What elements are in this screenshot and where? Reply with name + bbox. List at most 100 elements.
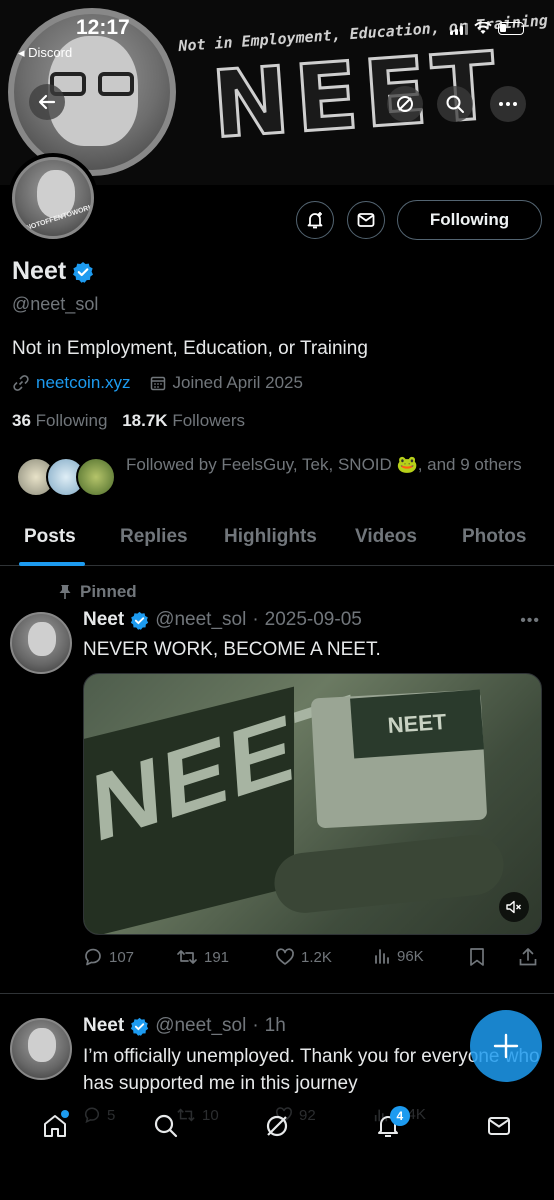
nav-home[interactable]: [35, 1106, 75, 1146]
followed-by-text[interactable]: Followed by FeelsGuy, Tek, SNOID 🐸, and …: [126, 452, 526, 477]
repost-icon: [177, 950, 197, 964]
notifications-badge: 4: [389, 1106, 410, 1126]
speaker-muted-icon: [506, 900, 521, 914]
verified-badge-icon: [131, 1017, 149, 1036]
post-time[interactable]: 1h: [265, 1015, 286, 1037]
post-header: Neet @neet_sol · 1h: [83, 1015, 286, 1037]
back-button[interactable]: [29, 84, 65, 120]
post-video[interactable]: NEET NEET: [83, 673, 542, 935]
post-handle[interactable]: @neet_sol: [155, 609, 246, 631]
signal-icon: [450, 22, 468, 35]
bookmark-button[interactable]: [468, 947, 486, 967]
profile-meta: neetcoin.xyz Joined April 2025: [12, 373, 303, 393]
post-handle[interactable]: @neet_sol: [155, 1015, 246, 1037]
post-divider: [0, 993, 554, 994]
reply-button[interactable]: 107: [83, 947, 134, 967]
post-avatar[interactable]: [10, 1018, 72, 1080]
grok-button[interactable]: [387, 86, 423, 122]
notifications-button[interactable]: [296, 201, 334, 239]
profile-name: Neet: [12, 257, 94, 286]
bookmark-icon: [470, 948, 484, 966]
view-count: 96K: [397, 947, 424, 965]
following-label: Following: [35, 411, 108, 430]
share-button[interactable]: [518, 947, 538, 967]
follower-avatar: [76, 457, 116, 497]
post-header: Neet @neet_sol · 2025-09-05: [83, 609, 362, 631]
share-icon: [519, 948, 537, 966]
followers-label: Followers: [172, 411, 246, 430]
calendar-icon: [150, 376, 165, 391]
reply-count: 107: [109, 948, 135, 966]
followed-by-avatars[interactable]: [16, 457, 116, 499]
no-sign-icon: [397, 96, 413, 112]
search-icon: [446, 95, 464, 113]
battery-icon: [498, 22, 524, 35]
nav-search[interactable]: [146, 1106, 186, 1146]
profile-avatar[interactable]: #NOTOFFENTOWORK: [8, 153, 98, 243]
followers-count: 18.7K: [122, 411, 168, 430]
tab-replies[interactable]: Replies: [120, 526, 188, 548]
reply-icon: [85, 948, 101, 966]
nav-notifications[interactable]: 4: [368, 1106, 410, 1146]
envelope-icon: [487, 1117, 510, 1135]
no-sign-icon: [266, 1115, 288, 1137]
post-avatar[interactable]: [10, 612, 72, 674]
tab-photos[interactable]: Photos: [462, 526, 526, 548]
arrow-left-icon: [38, 94, 56, 110]
pinned-label: Pinned: [58, 582, 137, 602]
post-author-name[interactable]: Neet: [83, 1015, 124, 1037]
profile-tabs: Posts Replies Highlights Videos Photos: [0, 520, 554, 566]
nav-messages[interactable]: [479, 1106, 519, 1146]
like-count: 1.2K: [301, 948, 332, 966]
message-button[interactable]: [347, 201, 385, 239]
mute-button[interactable]: [499, 892, 529, 922]
following-count: 36: [12, 411, 31, 430]
post-time[interactable]: 2025-09-05: [265, 609, 362, 631]
pinned-text: Pinned: [80, 582, 137, 601]
post-author-name[interactable]: Neet: [83, 609, 124, 631]
bell-plus-icon: [307, 212, 323, 229]
tab-posts[interactable]: Posts: [24, 526, 76, 548]
more-icon: [499, 102, 517, 106]
bottom-navigation: 4: [0, 1098, 554, 1154]
repost-button[interactable]: 191: [176, 947, 229, 967]
active-tab-indicator: [19, 562, 85, 566]
envelope-icon: [357, 213, 375, 227]
link-icon: [13, 375, 29, 391]
profile-bio: Not in Employment, Education, or Trainin…: [12, 338, 368, 359]
tab-videos[interactable]: Videos: [355, 526, 417, 548]
verified-badge-icon: [131, 611, 149, 630]
joined-date: Joined April 2025: [172, 373, 303, 392]
post-actions: 107 191 1.2K 96K: [83, 947, 543, 971]
profile-name-text: Neet: [12, 257, 67, 285]
like-button[interactable]: 1.2K: [275, 947, 332, 967]
plus-icon: [493, 1033, 519, 1059]
follow-counts: 36 Following 18.7K Followers: [12, 411, 245, 431]
more-options-button[interactable]: [490, 86, 526, 122]
followers-count-link[interactable]: 18.7K Followers: [122, 411, 245, 430]
wifi-icon: [474, 22, 492, 34]
profile-handle: @neet_sol: [12, 294, 99, 314]
nav-grok[interactable]: [257, 1106, 297, 1146]
following-button[interactable]: Following: [397, 200, 542, 240]
post-text: NEVER WORK, BECOME A NEET.: [83, 639, 381, 660]
video-frame-box: NEET: [350, 689, 484, 759]
post-more-button[interactable]: •••: [520, 612, 540, 630]
website-link[interactable]: neetcoin.xyz: [36, 373, 131, 393]
status-icons: [450, 22, 524, 35]
status-time: 12:17: [76, 16, 130, 39]
heart-icon: [276, 948, 294, 965]
post-separator: ·: [252, 1015, 259, 1036]
pin-icon: [59, 585, 71, 599]
tab-highlights[interactable]: Highlights: [224, 526, 317, 548]
following-count-link[interactable]: 36 Following: [12, 411, 107, 430]
views-icon: [375, 949, 389, 964]
video-frame-box-text: NEET: [386, 708, 448, 739]
verified-badge-icon[interactable]: [72, 261, 94, 283]
views-button[interactable]: 96K: [373, 947, 424, 965]
compose-post-button[interactable]: [470, 1010, 542, 1082]
back-to-app-link[interactable]: ◂ Discord: [18, 45, 72, 61]
search-button[interactable]: [437, 86, 473, 122]
repost-count: 191: [204, 948, 230, 966]
search-icon: [155, 1114, 178, 1138]
